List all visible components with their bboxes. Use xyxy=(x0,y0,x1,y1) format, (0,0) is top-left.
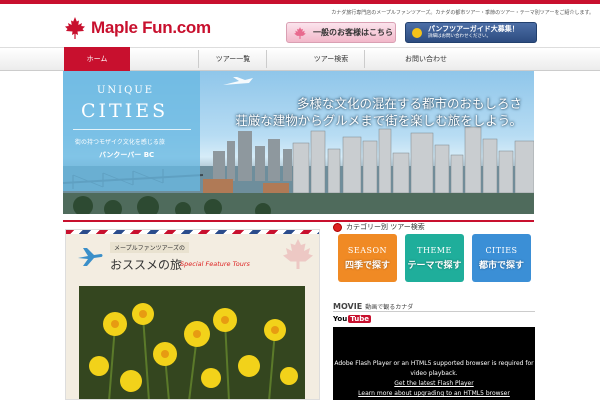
daffodils-photo[interactable] xyxy=(79,286,305,399)
maple-stamp-icon xyxy=(283,239,313,269)
general-customer-label: 一般のお客様はこちら xyxy=(313,28,393,37)
badge-cities: CITIES xyxy=(81,100,169,122)
logo-text: Maple Fun.com xyxy=(91,18,211,37)
hero-banner[interactable]: UNIQUE CITIES 街の持つモザイク文化を感じる旅 バンクーバー BC … xyxy=(63,71,534,214)
maple-leaf-icon xyxy=(65,17,85,39)
nav-tour-list[interactable]: ツアー一覧 xyxy=(200,47,266,71)
feature-title: おススメの旅 xyxy=(110,258,183,272)
nav-divider xyxy=(198,50,199,68)
category-search-title: カテゴリー別 ツアー検索 xyxy=(346,223,425,231)
hero-headline-2: 荘厳な建物からグルメまで街を楽しむ旅をしよう。 xyxy=(235,113,522,128)
movie-subtitle: 動画で観るカナダ xyxy=(365,303,414,311)
badge-city: バンクーバー BC xyxy=(99,151,155,159)
nav-home[interactable]: ホーム xyxy=(64,47,130,71)
maple-leaf-icon xyxy=(294,26,306,39)
theme-search-button[interactable]: THEME テーマで探す xyxy=(405,234,464,282)
pamphlet-guide-title: パンフツアーガイド大募集！ xyxy=(428,24,519,33)
airplane-icon xyxy=(78,248,103,266)
pamphlet-guide-subtitle: 詳細はお問い合わせください。 xyxy=(428,33,491,39)
badge-divider xyxy=(73,129,191,130)
special-feature-panel: メープルファンツアーズの おススメの旅 Special Feature Tour… xyxy=(65,229,320,400)
html5-upgrade-link[interactable]: Learn more about upgrading to an HTML5 b… xyxy=(333,390,535,397)
airmail-border xyxy=(66,230,319,234)
category-search-header: カテゴリー別 ツアー検索 xyxy=(333,221,535,233)
header-tagline: カナダ旅行専門店のメープルファンツアーズ。カナダの都市ツアー・季節のツアー・テー… xyxy=(331,10,594,16)
general-customer-button[interactable]: 一般のお客様はこちら xyxy=(286,22,396,43)
pamphlet-guide-button[interactable]: パンフツアーガイド大募集！ 詳細はお問い合わせください。 xyxy=(405,22,537,43)
sun-icon xyxy=(412,27,422,38)
get-flash-link[interactable]: Get the latest Flash Player xyxy=(333,380,535,387)
feature-eyebrow: メープルファンツアーズの xyxy=(110,242,189,253)
badge-subtitle: 街の持つモザイク文化を感じる旅 xyxy=(75,139,165,146)
top-red-bar xyxy=(0,0,600,4)
video-message: Adobe Flash Player or an HTML5 supported… xyxy=(334,360,534,377)
nav-contact[interactable]: お問い合わせ xyxy=(386,47,466,71)
nav-tour-search[interactable]: ツアー検索 xyxy=(298,47,364,71)
movie-title: MOVIE xyxy=(333,301,363,311)
movie-divider xyxy=(333,311,535,312)
nav-divider xyxy=(266,50,267,68)
daffodil-image xyxy=(79,286,305,399)
site-logo[interactable]: Maple Fun.com xyxy=(63,16,211,40)
season-search-button[interactable]: SEASON 四季で探す xyxy=(338,234,397,282)
video-player[interactable]: Adobe Flash Player or an HTML5 supported… xyxy=(333,327,535,400)
youtube-logo[interactable]: You Tube xyxy=(333,315,371,323)
unique-cities-badge: UNIQUE CITIES 街の持つモザイク文化を感じる旅 バンクーバー BC xyxy=(63,71,200,191)
cities-search-button[interactable]: CITIES 都市で探す xyxy=(472,234,531,282)
badge-unique: UNIQUE xyxy=(97,85,155,96)
feature-subtitle: Special Feature Tours xyxy=(180,260,250,268)
nav-divider xyxy=(364,50,365,68)
search-icon xyxy=(333,222,342,232)
